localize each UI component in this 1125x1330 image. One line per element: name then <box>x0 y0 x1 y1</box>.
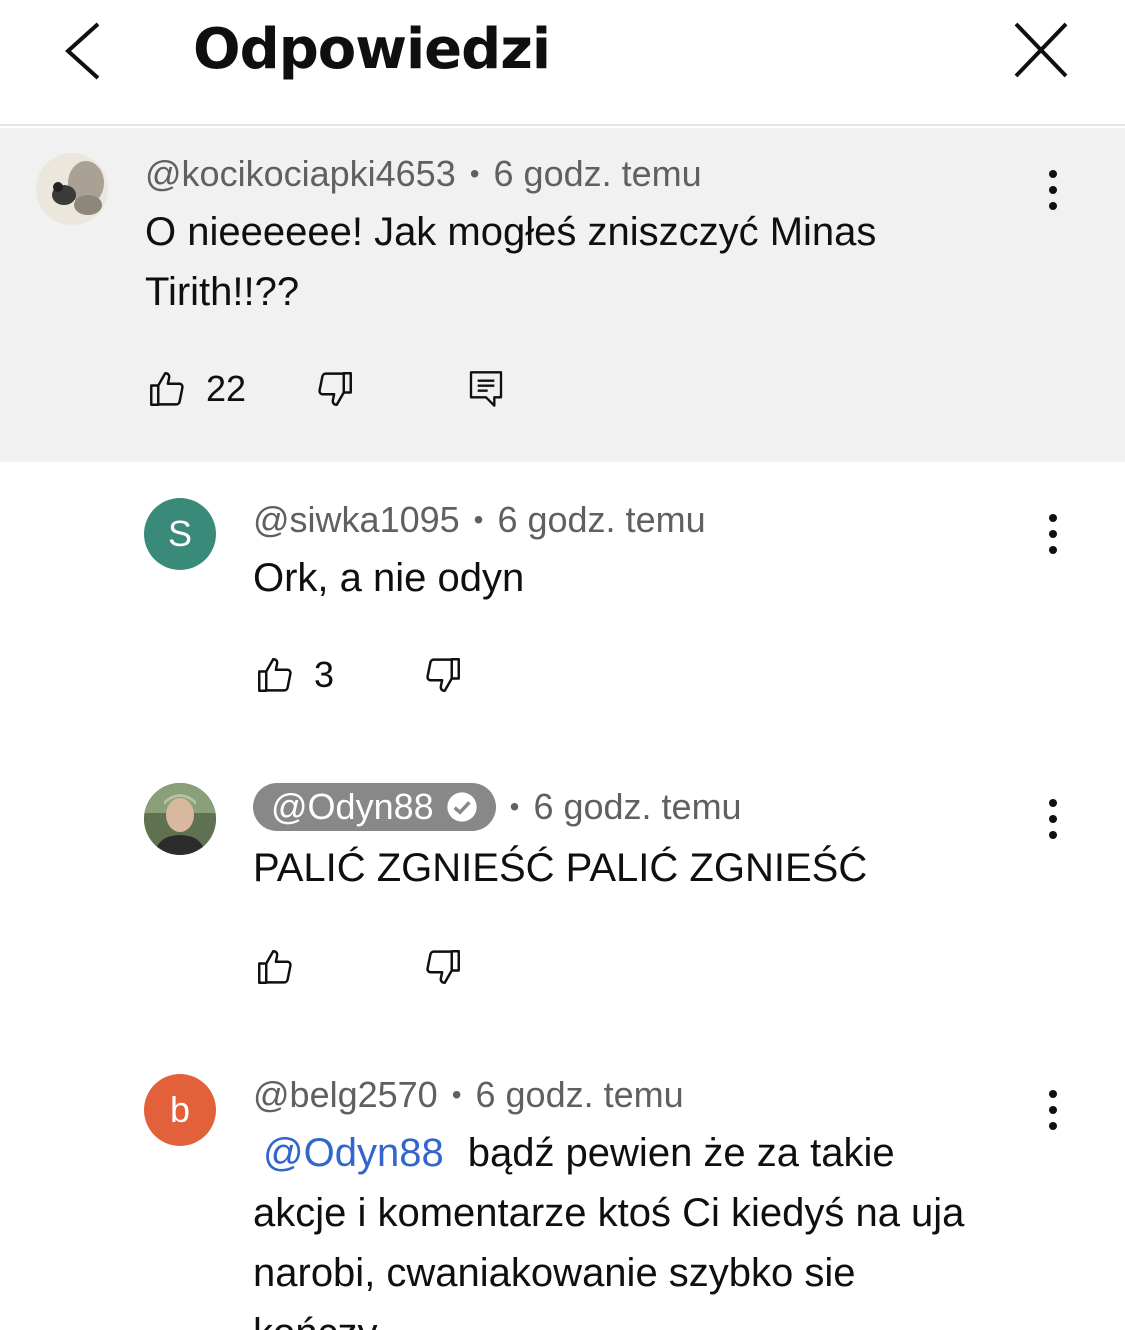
like-count: 3 <box>314 654 335 695</box>
cat-avatar-image <box>36 153 108 225</box>
thumb-down-icon <box>318 372 352 406</box>
reply-comment: b @belg2570 • 6 godz. temu @Odyn88 bądź p… <box>0 1042 1125 1330</box>
reply-button[interactable] <box>466 368 506 410</box>
avatar-letter: b <box>169 1089 191 1130</box>
chevron-left-icon <box>65 22 100 80</box>
thumb-up-icon <box>258 658 292 692</box>
like-button[interactable] <box>254 946 296 988</box>
close-button[interactable] <box>1008 20 1074 82</box>
thumb-up-icon <box>150 372 184 406</box>
comment-line: narobi, cwaniakowanie szybko sie <box>253 1251 856 1295</box>
comment-text: PALIĆ ZGNIEŚĆ PALIĆ ZGNIEŚĆ <box>253 846 868 890</box>
more-options-button[interactable] <box>1033 504 1073 564</box>
reply-comment: S @siwka1095 • 6 godz. temu Ork, a nie o… <box>0 462 1125 752</box>
comment-meta: @belg2570 • 6 godz. temu <box>253 1073 684 1117</box>
comment-author[interactable]: @siwka1095 <box>253 498 460 542</box>
more-options-button[interactable] <box>1033 160 1073 220</box>
dislike-button[interactable] <box>314 368 356 410</box>
separator-dot: • <box>469 158 480 189</box>
mention-link[interactable]: @Odyn88 <box>263 1131 444 1175</box>
avatar[interactable]: S <box>144 498 216 570</box>
reply-comment: @Odyn88 • 6 godz. temu PALIĆ ZGNIEŚĆ PAL… <box>0 752 1125 1042</box>
comment-author[interactable]: @belg2570 <box>253 1073 438 1117</box>
comment-line: akcje i komentarze ktoś Ci kiedyś na uja <box>253 1191 965 1235</box>
more-vert-icon <box>1049 1090 1057 1130</box>
comment-text: O nieeeeee! Jak mogłeś zniszczyć Minas T… <box>145 210 877 314</box>
header-bar: Odpowiedzi <box>0 0 1125 126</box>
thumb-up-icon <box>258 950 292 984</box>
thumb-down-icon <box>426 658 460 692</box>
person-avatar-image <box>144 783 216 855</box>
reply-icon <box>469 371 503 407</box>
parent-comment: @kocikociapki4653 • 6 godz. temu O nieee… <box>0 128 1125 462</box>
avatar[interactable] <box>36 153 108 225</box>
comment-text: @Odyn88 bądź pewien że za takie akcje i k… <box>253 1123 1043 1330</box>
like-count: 22 <box>206 368 247 409</box>
more-vert-icon <box>1049 799 1057 839</box>
comment-time: 6 godz. temu <box>475 1074 684 1115</box>
comment-time: 6 godz. temu <box>493 153 702 194</box>
comment-meta: @siwka1095 • 6 godz. temu <box>253 498 706 542</box>
close-icon <box>1014 22 1068 78</box>
back-button[interactable] <box>58 20 110 82</box>
comment-time: 6 godz. temu <box>497 499 706 540</box>
page-title: Odpowiedzi <box>193 17 551 82</box>
more-options-button[interactable] <box>1033 1080 1073 1140</box>
creator-handle-chip[interactable]: @Odyn88 <box>253 783 496 831</box>
verified-check-icon <box>446 792 477 822</box>
separator-dot: • <box>451 1079 462 1110</box>
thumb-down-icon <box>426 950 460 984</box>
comment-time: 6 godz. temu <box>533 786 742 827</box>
like-button[interactable]: 3 <box>254 654 334 696</box>
avatar-letter: S <box>167 513 192 554</box>
like-button[interactable]: 22 <box>146 368 246 410</box>
more-vert-icon <box>1049 170 1057 210</box>
separator-dot: • <box>473 504 484 535</box>
comment-author: @Odyn88 <box>271 786 434 827</box>
dislike-button[interactable] <box>422 654 464 696</box>
comment-meta: @kocikociapki4653 • 6 godz. temu <box>145 152 702 196</box>
dislike-button[interactable] <box>422 946 464 988</box>
avatar[interactable]: b <box>144 1074 216 1146</box>
comment-line: @Odyn88 bądź pewien że za takie <box>263 1131 895 1175</box>
comment-line: kończy <box>253 1303 1043 1330</box>
comment-meta: @Odyn88 • 6 godz. temu <box>253 783 742 831</box>
comment-author[interactable]: @kocikociapki4653 <box>145 152 456 196</box>
more-options-button[interactable] <box>1033 789 1073 849</box>
avatar[interactable] <box>144 783 216 855</box>
more-vert-icon <box>1049 514 1057 554</box>
comment-text: Ork, a nie odyn <box>253 556 525 600</box>
separator-dot: • <box>509 791 520 822</box>
